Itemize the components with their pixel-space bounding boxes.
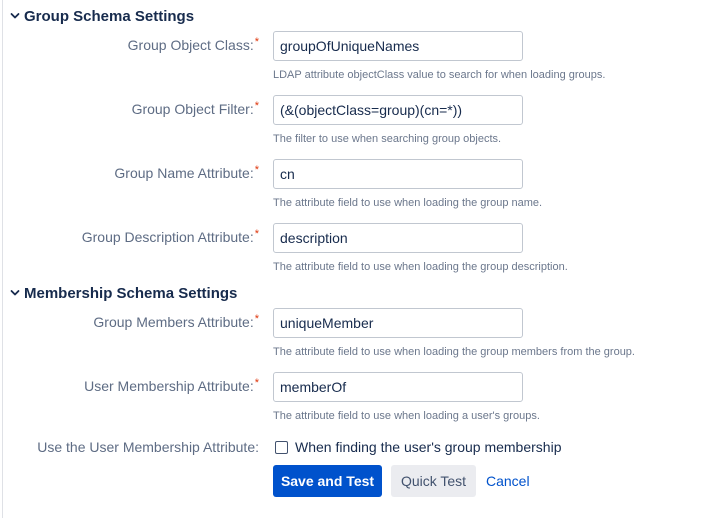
group-object-class-label: Group Object Class:*: [127, 36, 259, 53]
required-asterisk: *: [254, 313, 259, 325]
group-schema-section-header[interactable]: Group Schema Settings: [9, 5, 194, 27]
membership-schema-section-title: Membership Schema Settings: [24, 284, 238, 302]
group-description-attribute-label: Group Description Attribute:*: [81, 228, 259, 245]
group-object-filter-input[interactable]: [273, 95, 523, 125]
group-schema-section-title: Group Schema Settings: [24, 7, 195, 25]
required-asterisk: *: [254, 377, 259, 389]
group-object-filter-label: Group Object Filter:*: [131, 100, 259, 117]
use-membership-attribute-checkbox[interactable]: [275, 440, 288, 454]
membership-schema-section-header[interactable]: Membership Schema Settings: [9, 282, 237, 304]
group-name-attribute-help: The attribute field to use when loading …: [273, 197, 543, 209]
group-object-filter-help: The filter to use when searching group o…: [273, 133, 502, 145]
user-membership-attribute-help: The attribute field to use when loading …: [273, 410, 540, 422]
group-name-attribute-input[interactable]: [273, 159, 523, 189]
group-name-attribute-label: Group Name Attribute:*: [114, 164, 259, 181]
group-members-attribute-input[interactable]: [273, 308, 523, 338]
quick-test-button[interactable]: Quick Test: [391, 465, 476, 497]
required-asterisk: *: [254, 36, 259, 48]
chevron-down-icon: [10, 13, 20, 19]
user-membership-attribute-label: User Membership Attribute:*: [84, 377, 259, 394]
group-members-attribute-label: Group Members Attribute:*: [93, 313, 259, 330]
required-asterisk: *: [254, 100, 259, 112]
use-membership-attribute-checkbox-label[interactable]: When finding the user's group membership: [295, 439, 561, 455]
group-members-attribute-help: The attribute field to use when loading …: [273, 346, 635, 358]
use-membership-attribute-option[interactable]: When finding the user's group membership: [273, 437, 561, 457]
use-membership-attribute-label: Use the User Membership Attribute:: [37, 439, 259, 455]
panel-left-border: [2, 0, 3, 518]
required-asterisk: *: [254, 164, 259, 176]
cancel-link[interactable]: Cancel: [486, 465, 530, 497]
chevron-down-icon: [10, 290, 20, 296]
group-object-class-input[interactable]: [273, 31, 523, 61]
group-description-attribute-help: The attribute field to use when loading …: [273, 261, 568, 273]
user-membership-attribute-input[interactable]: [273, 372, 523, 402]
group-object-class-help: LDAP attribute objectClass value to sear…: [273, 69, 606, 81]
required-asterisk: *: [254, 228, 259, 240]
group-description-attribute-input[interactable]: [273, 223, 523, 253]
save-and-test-button[interactable]: Save and Test: [273, 465, 382, 497]
